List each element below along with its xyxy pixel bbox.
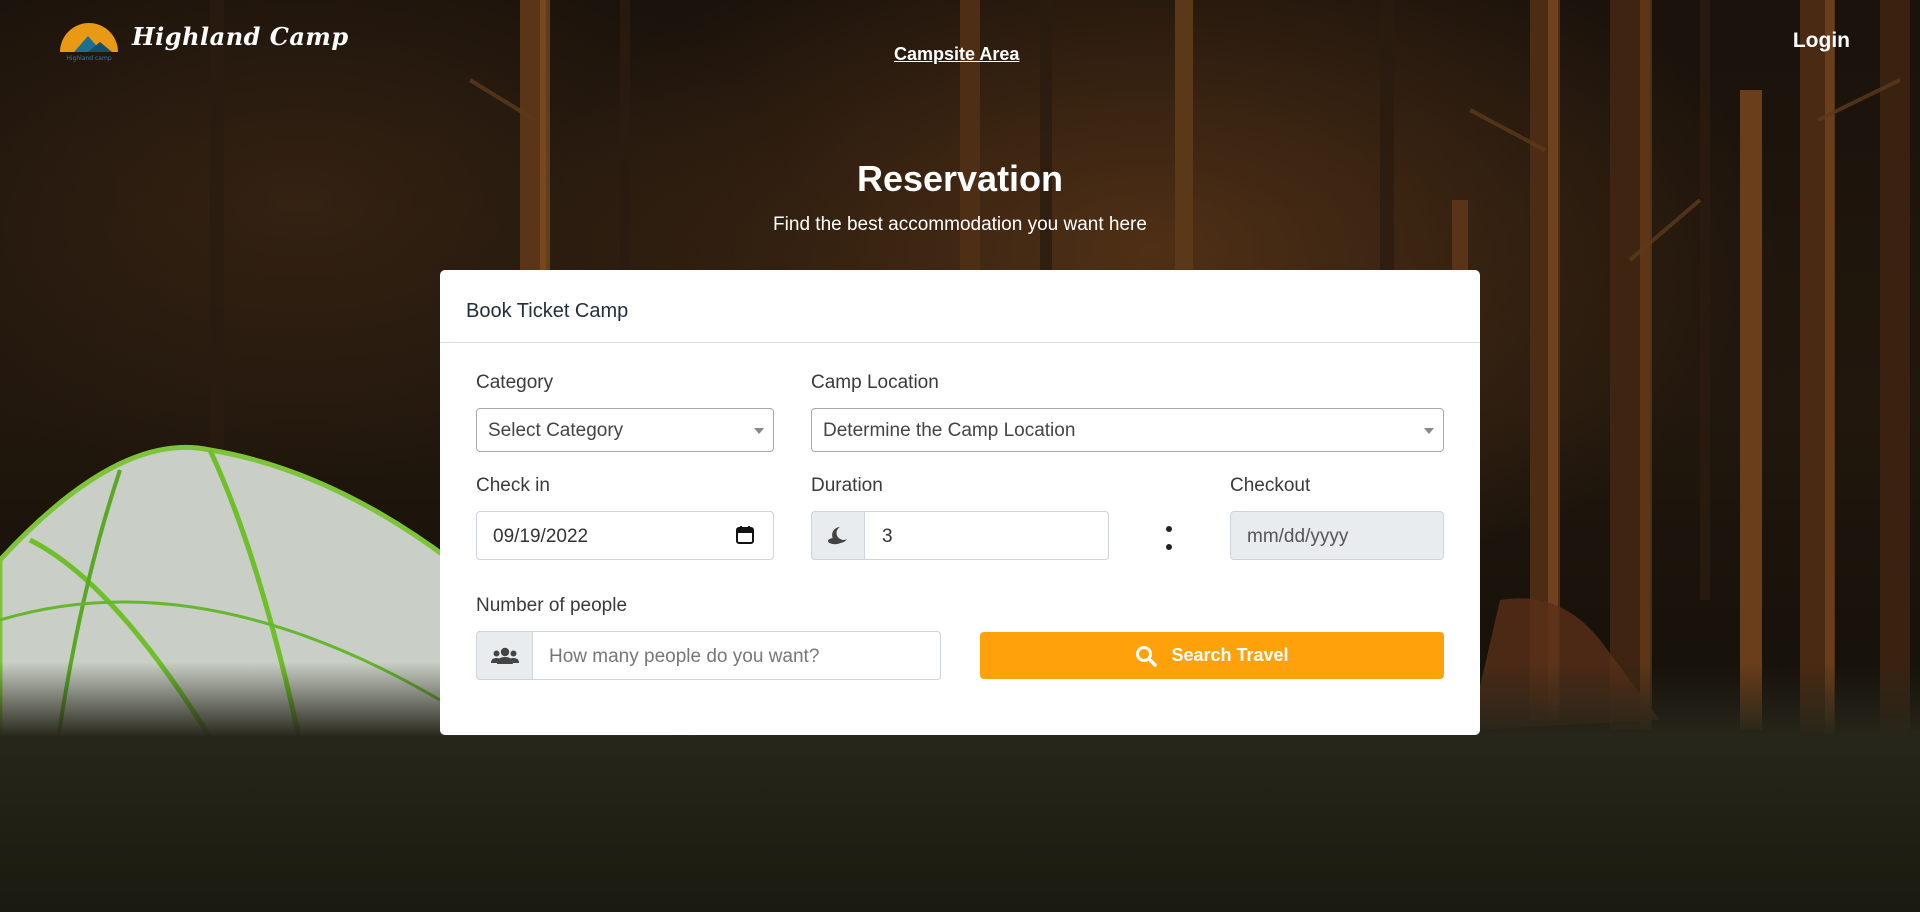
brand-name: Highland Camp [132,22,349,51]
users-icon [490,647,519,664]
category-select[interactable]: Select Category [476,408,774,452]
moon-icon [828,526,847,544]
check-in-value: 09/19/2022 [493,526,589,547]
page-subtitle: Find the best accommodation you want her… [773,214,1147,235]
page-title: Reservation [856,158,1064,199]
duration-label: Duration [811,475,883,496]
login-link[interactable]: Login [1793,29,1850,53]
checkout-date-input: mm/dd/yyyy [1230,511,1444,560]
logo-icon: Highland camp [60,23,118,62]
duration-input[interactable]: 3 [811,511,1109,560]
search-icon [1136,645,1158,667]
people-input[interactable]: How many people do you want? [476,631,941,680]
duration-addon [811,511,865,560]
chevron-down-icon [1424,428,1434,434]
search-button-label: Search Travel [1171,645,1289,665]
checkout-label: Checkout [1230,475,1311,496]
camp-location-label: Camp Location [811,372,939,393]
card-title: Book Ticket Camp [440,270,1480,343]
brand[interactable]: Highland camp Highland Camp [58,18,349,64]
category-label: Category [476,372,554,393]
svg-text:Highland camp: Highland camp [66,55,111,62]
separator-colon [1165,522,1173,556]
people-placeholder: How many people do you want? [549,646,820,667]
nav-campsite-area[interactable]: Campsite Area [894,44,1019,65]
navbar: Highland camp Highland Camp Campsite Are… [0,0,1920,90]
people-label: Number of people [476,595,628,616]
camp-location-select-value: Determine the Camp Location [823,420,1076,441]
check-in-label: Check in [476,475,550,496]
people-addon [476,631,533,680]
category-select-value: Select Category [488,420,624,441]
duration-value: 3 [882,526,893,547]
calendar-icon[interactable] [735,525,755,545]
search-travel-button[interactable]: Search Travel [980,632,1444,679]
checkout-placeholder: mm/dd/yyyy [1247,526,1349,547]
chevron-down-icon [754,428,764,434]
check-in-date-input[interactable]: 09/19/2022 [476,511,774,560]
camp-location-select[interactable]: Determine the Camp Location [811,408,1444,452]
